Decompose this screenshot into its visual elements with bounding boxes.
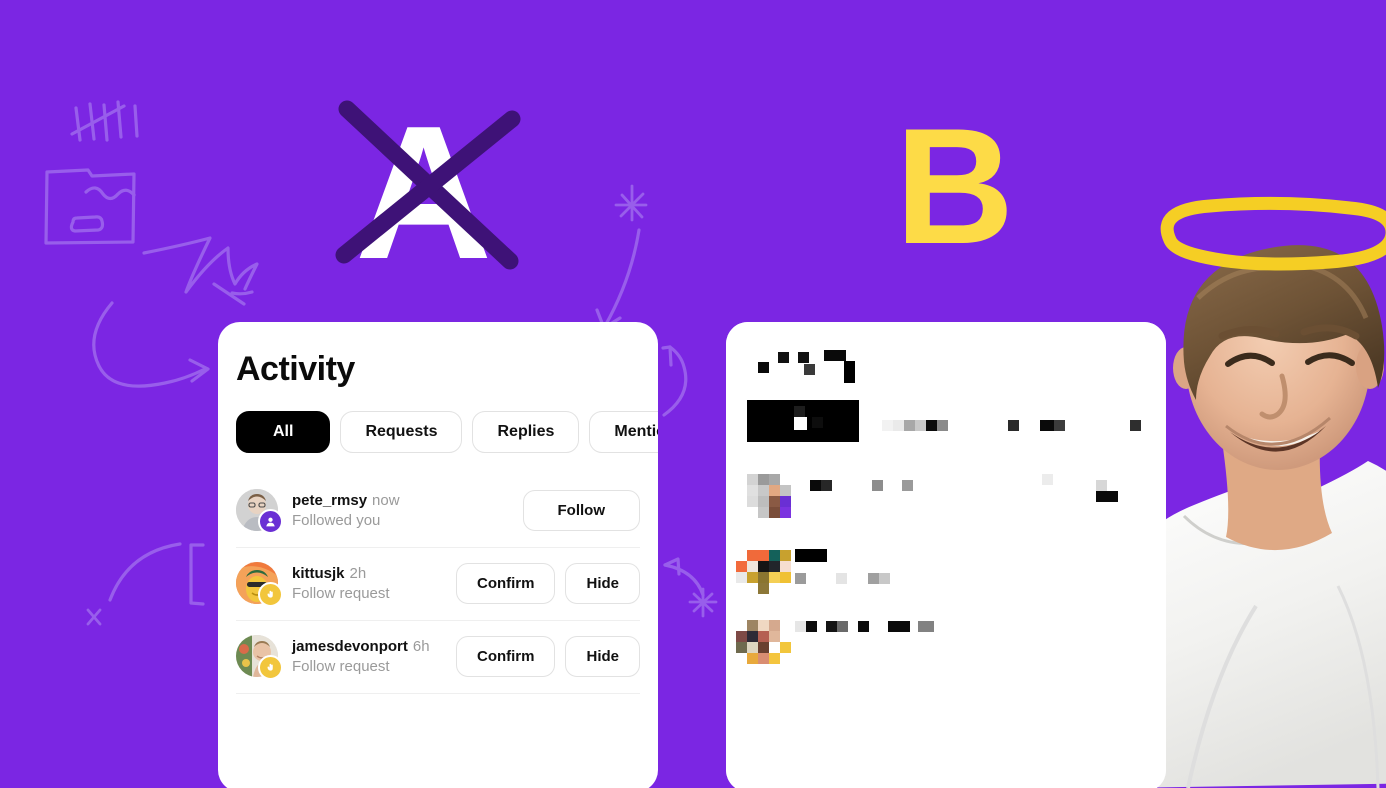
- curved-arrow-left-lower-doodle: [663, 557, 705, 597]
- timestamp: 2h: [349, 564, 367, 582]
- list-item-subtitle: Followed you: [292, 511, 381, 529]
- censored-activity-card: [726, 322, 1166, 788]
- curved-arrow-left-upper-doodle: [661, 345, 688, 417]
- mosaic-redaction: [726, 322, 1166, 788]
- avatar[interactable]: [236, 562, 283, 607]
- confirm-button[interactable]: Confirm: [455, 635, 556, 677]
- list-item-text: kittusjk 2h Follow request: [292, 565, 442, 602]
- list-item-subtitle: Follow request: [292, 657, 390, 675]
- list-item-title: kittusjk 2h: [292, 565, 442, 582]
- list-item-title: jamesdevonport 6h: [292, 638, 442, 655]
- tab-bar: All Requests Replies Mentions: [236, 411, 658, 453]
- small-x-doodle: [86, 608, 102, 626]
- hide-button[interactable]: Hide: [565, 635, 640, 677]
- username: kittusjk: [292, 564, 345, 582]
- zigzag-scribble-doodle: [142, 236, 259, 306]
- hide-button[interactable]: Hide: [565, 562, 640, 604]
- tally-marks-doodle: [70, 100, 139, 142]
- activity-card: Activity All Requests Replies Mentions: [218, 322, 658, 788]
- confirm-button[interactable]: Confirm: [455, 562, 556, 604]
- tab-all[interactable]: All: [236, 411, 331, 453]
- timestamp: 6h: [412, 637, 430, 655]
- page-title: Activity: [236, 350, 355, 388]
- row-actions: Confirm Hide: [455, 562, 640, 604]
- list-item-text: jamesdevonport 6h Follow request: [292, 638, 442, 675]
- username: pete_rmsy: [292, 491, 368, 509]
- follow-badge-icon: [258, 509, 283, 534]
- avatar[interactable]: [236, 489, 283, 534]
- list-item[interactable]: pete_rmsy now Followed you Follow: [236, 475, 640, 548]
- username: jamesdevonport: [292, 637, 408, 655]
- tab-replies[interactable]: Replies: [472, 411, 580, 453]
- cross-out-x-icon: [335, 100, 521, 270]
- star-lower-doodle: [688, 587, 718, 618]
- list-item[interactable]: kittusjk 2h Follow request Confirm Hide: [236, 548, 640, 621]
- tab-mentions[interactable]: Mentions: [589, 411, 658, 453]
- activity-feed: pete_rmsy now Followed you Follow kittus…: [236, 475, 640, 694]
- halo-doodle: [1160, 196, 1386, 271]
- wave-badge-icon: [258, 582, 283, 607]
- avatar[interactable]: [236, 635, 283, 680]
- star-top-doodle: [614, 184, 648, 222]
- follow-button[interactable]: Follow: [522, 489, 640, 531]
- tab-requests[interactable]: Requests: [340, 411, 463, 453]
- list-item-text: pete_rmsy now Followed you: [292, 492, 509, 529]
- list-item-subtitle: Follow request: [292, 584, 390, 602]
- curved-arrow-down-right-doodle: [92, 301, 210, 388]
- wave-badge-icon: [258, 655, 283, 680]
- row-actions: Follow: [522, 489, 640, 531]
- bracket-left-doodle: [189, 543, 205, 606]
- long-arrow-down-left-doodle: [595, 228, 641, 330]
- row-actions: Confirm Hide: [455, 635, 640, 677]
- timestamp: now: [372, 491, 400, 509]
- letter-b: B: [895, 94, 1014, 278]
- note-rectangle-doodle: [44, 168, 136, 245]
- list-item[interactable]: jamesdevonport 6h Follow request Confirm …: [236, 621, 640, 694]
- curve-line-doodle: [108, 542, 182, 602]
- screenshot-canvas: A B Activity All Requests Replies Menti …: [0, 0, 1386, 788]
- list-item-title: pete_rmsy now: [292, 492, 509, 509]
